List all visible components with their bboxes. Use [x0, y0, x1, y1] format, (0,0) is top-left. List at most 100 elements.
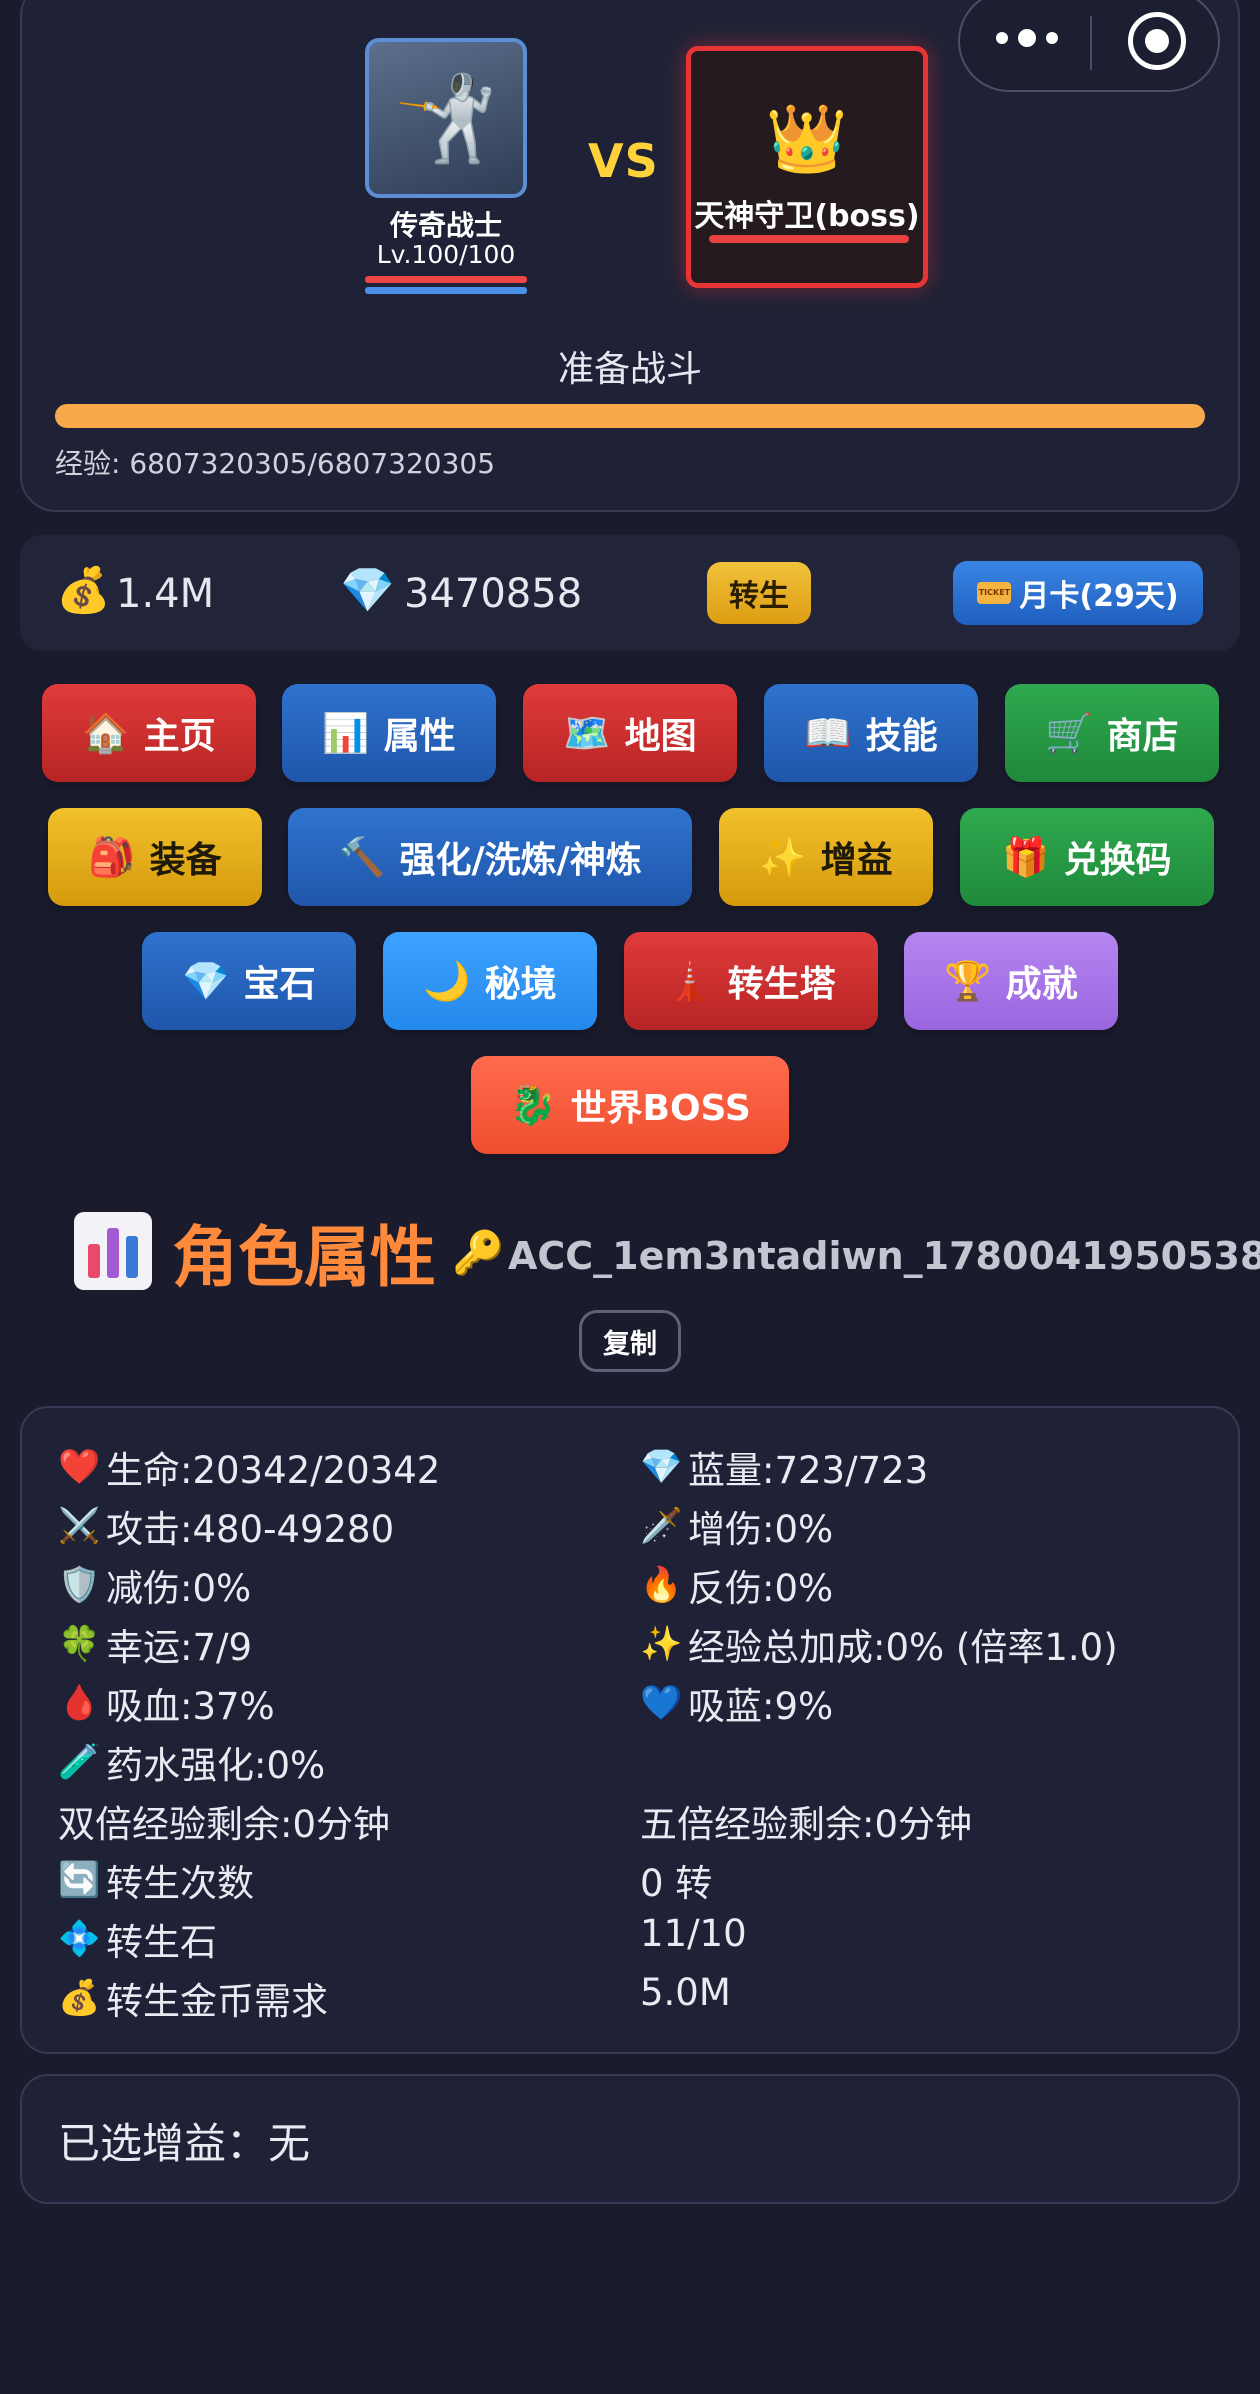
- book-icon: 📖: [804, 711, 852, 755]
- fire-icon: 🔥: [640, 1565, 683, 1605]
- stat-hp: ❤️ 生命:20342/20342: [58, 1440, 440, 1494]
- rebirth-button[interactable]: 转生: [707, 562, 811, 624]
- nav-label: 主页: [143, 716, 216, 757]
- crossed-swords-icon: ⚔️: [58, 1506, 101, 1546]
- nav-redeem-button[interactable]: 🎁 兑换码: [960, 808, 1214, 906]
- exp-text: 经验: 6807320305/6807320305: [55, 447, 496, 480]
- nav-world-boss-button[interactable]: 🐉 世界BOSS: [471, 1056, 789, 1154]
- nav-buffs-button[interactable]: ✨ 增益: [719, 808, 933, 906]
- stat-text: 幸运:7/9: [106, 1626, 253, 1669]
- diamond-icon: 💎: [182, 959, 230, 1003]
- boss-hp-bar: [709, 235, 909, 243]
- nav-label: 秘境: [484, 964, 557, 1005]
- heart-icon: ❤️: [58, 1447, 101, 1487]
- section-title: 角色属性: [172, 1219, 436, 1296]
- nav-equipment-button[interactable]: 🎒 装备: [48, 808, 262, 906]
- nav-label: 增益: [820, 840, 893, 881]
- rebirth-stone-value: 11/10: [640, 1912, 747, 1955]
- key-icon: 🔑: [452, 1228, 505, 1277]
- nav-attributes-button[interactable]: 📊 属性: [282, 684, 496, 782]
- nav-achievements-button[interactable]: 🏆 成就: [904, 932, 1118, 1030]
- nav-secret-realm-button[interactable]: 🌙 秘境: [383, 932, 597, 1030]
- stat-text: 药水强化:0%: [106, 1744, 326, 1787]
- bar-chart-icon: 📊: [322, 711, 370, 755]
- crown-icon: 👑: [765, 100, 849, 177]
- stat-reflect: 🔥 反伤:0%: [640, 1558, 833, 1612]
- player-avatar: 🤺: [365, 38, 527, 198]
- nav-skills-button[interactable]: 📖 技能: [764, 684, 978, 782]
- diamond-icon: 💎: [340, 565, 395, 616]
- stat-luck: 🍀 幸运:7/9: [58, 1617, 252, 1671]
- stat-text: 反伤:0%: [688, 1567, 834, 1610]
- selected-buffs-card: 已选增益：无: [20, 2074, 1240, 2204]
- player-mp-bar: [365, 287, 527, 294]
- nav-label: 技能: [865, 716, 938, 757]
- stat-damage-reduce: 🛡️ 减伤:0%: [58, 1558, 251, 1612]
- tower-icon: 🗼: [666, 959, 714, 1003]
- currency-bar: 💰 1.4M 💎 3470858 转生 TICKET 月卡(29天): [20, 535, 1240, 651]
- sparkles-icon: ✨: [640, 1624, 683, 1664]
- fencer-icon: 🤺: [393, 69, 499, 167]
- stat-lifesteal: 🩸 吸血:37%: [58, 1676, 275, 1730]
- copy-button[interactable]: 复制: [579, 1310, 681, 1372]
- blue-heart-icon: 💙: [640, 1683, 683, 1723]
- house-icon: 🏠: [82, 711, 130, 755]
- player-name: 传奇战士: [389, 209, 502, 242]
- nav-label: 商店: [1106, 716, 1179, 757]
- stat-label: 转生次数: [106, 1862, 254, 1905]
- account-id: ACC_1em3ntadiwn_1780041950538: [508, 1234, 1260, 1278]
- nav-map-button[interactable]: 🗺️ 地图: [523, 684, 737, 782]
- stat-text: 增伤:0%: [688, 1508, 834, 1551]
- trophy-icon: 🏆: [944, 959, 992, 1003]
- vs-label: VS: [588, 134, 659, 188]
- nav-rebirth-tower-button[interactable]: 🗼 转生塔: [624, 932, 878, 1030]
- stat-label: 转生石: [106, 1921, 217, 1964]
- nav-label: 强化/洗炼/神炼: [399, 840, 642, 881]
- stat-text: 攻击:480-49280: [106, 1508, 395, 1551]
- stat-text: 生命:20342/20342: [106, 1449, 441, 1492]
- cart-icon: 🛒: [1045, 711, 1093, 755]
- stat-potion: 🧪 药水强化:0%: [58, 1735, 325, 1789]
- stats-card: ❤️ 生命:20342/20342 💎 蓝量:723/723 ⚔️ 攻击:480-49…: [20, 1406, 1240, 2054]
- double-exp-remaining: 双倍经验剩余:0分钟: [58, 1803, 391, 1846]
- nav-label: 属性: [383, 716, 456, 757]
- player-level: Lv.100/100: [376, 240, 516, 269]
- money-bag-icon: 💰: [56, 565, 111, 616]
- close-program-icon[interactable]: [1128, 12, 1186, 70]
- stat-label: 转生金币需求: [106, 1980, 328, 2023]
- backpack-icon: 🎒: [88, 835, 136, 879]
- stat-text: 蓝量:723/723: [688, 1449, 929, 1492]
- nav-enhance-button[interactable]: 🔨 强化/洗炼/神炼: [288, 808, 692, 906]
- stat-text: 减伤:0%: [106, 1567, 252, 1610]
- gold-amount: 1.4M: [116, 571, 215, 617]
- nav-home-button[interactable]: 🏠 主页: [42, 684, 256, 782]
- nav-label: 地图: [624, 716, 697, 757]
- rebirth-gold-value: 5.0M: [640, 1971, 731, 2014]
- nav-shop-button[interactable]: 🛒 商店: [1005, 684, 1219, 782]
- boss-card[interactable]: 👑 天神守卫(boss): [686, 46, 928, 288]
- more-menu-icon[interactable]: [996, 26, 1058, 50]
- rebirth-count-value: 0 转: [640, 1862, 713, 1905]
- stat-mp: 💎 蓝量:723/723: [640, 1440, 928, 1494]
- money-bag-icon: 💰: [58, 1978, 101, 2018]
- map-icon: 🗺️: [563, 711, 611, 755]
- stat-rebirth-gold: 💰 转生金币需求: [58, 1971, 328, 2025]
- selected-buffs-text: 已选增益：无: [58, 2119, 311, 2168]
- clover-icon: 🍀: [58, 1624, 101, 1664]
- month-card-button[interactable]: TICKET 月卡(29天): [953, 561, 1203, 625]
- nav-gems-button[interactable]: 💎 宝石: [142, 932, 356, 1030]
- stat-rebirth-count: 🔄 转生次数: [58, 1853, 254, 1907]
- player-hp-bar: [365, 276, 527, 283]
- nav-label: 宝石: [243, 964, 316, 1005]
- five-exp-remaining: 五倍经验剩余:0分钟: [640, 1803, 973, 1846]
- stat-text: 吸蓝:9%: [688, 1685, 834, 1728]
- exp-progress-bar: [55, 404, 1205, 428]
- ticket-icon: TICKET: [977, 582, 1012, 604]
- nav-label: 成就: [1005, 964, 1078, 1005]
- stat-exp-bonus: ✨ 经验总加成:0% (倍率1.0): [640, 1617, 1118, 1671]
- sparkles-icon: ✨: [759, 835, 807, 879]
- stat-rebirth-stone: 💠 转生石: [58, 1912, 217, 1966]
- diamond-icon: 💎: [640, 1447, 683, 1487]
- boss-name: 天神守卫(boss): [694, 199, 920, 234]
- nav-label: 装备: [149, 840, 222, 881]
